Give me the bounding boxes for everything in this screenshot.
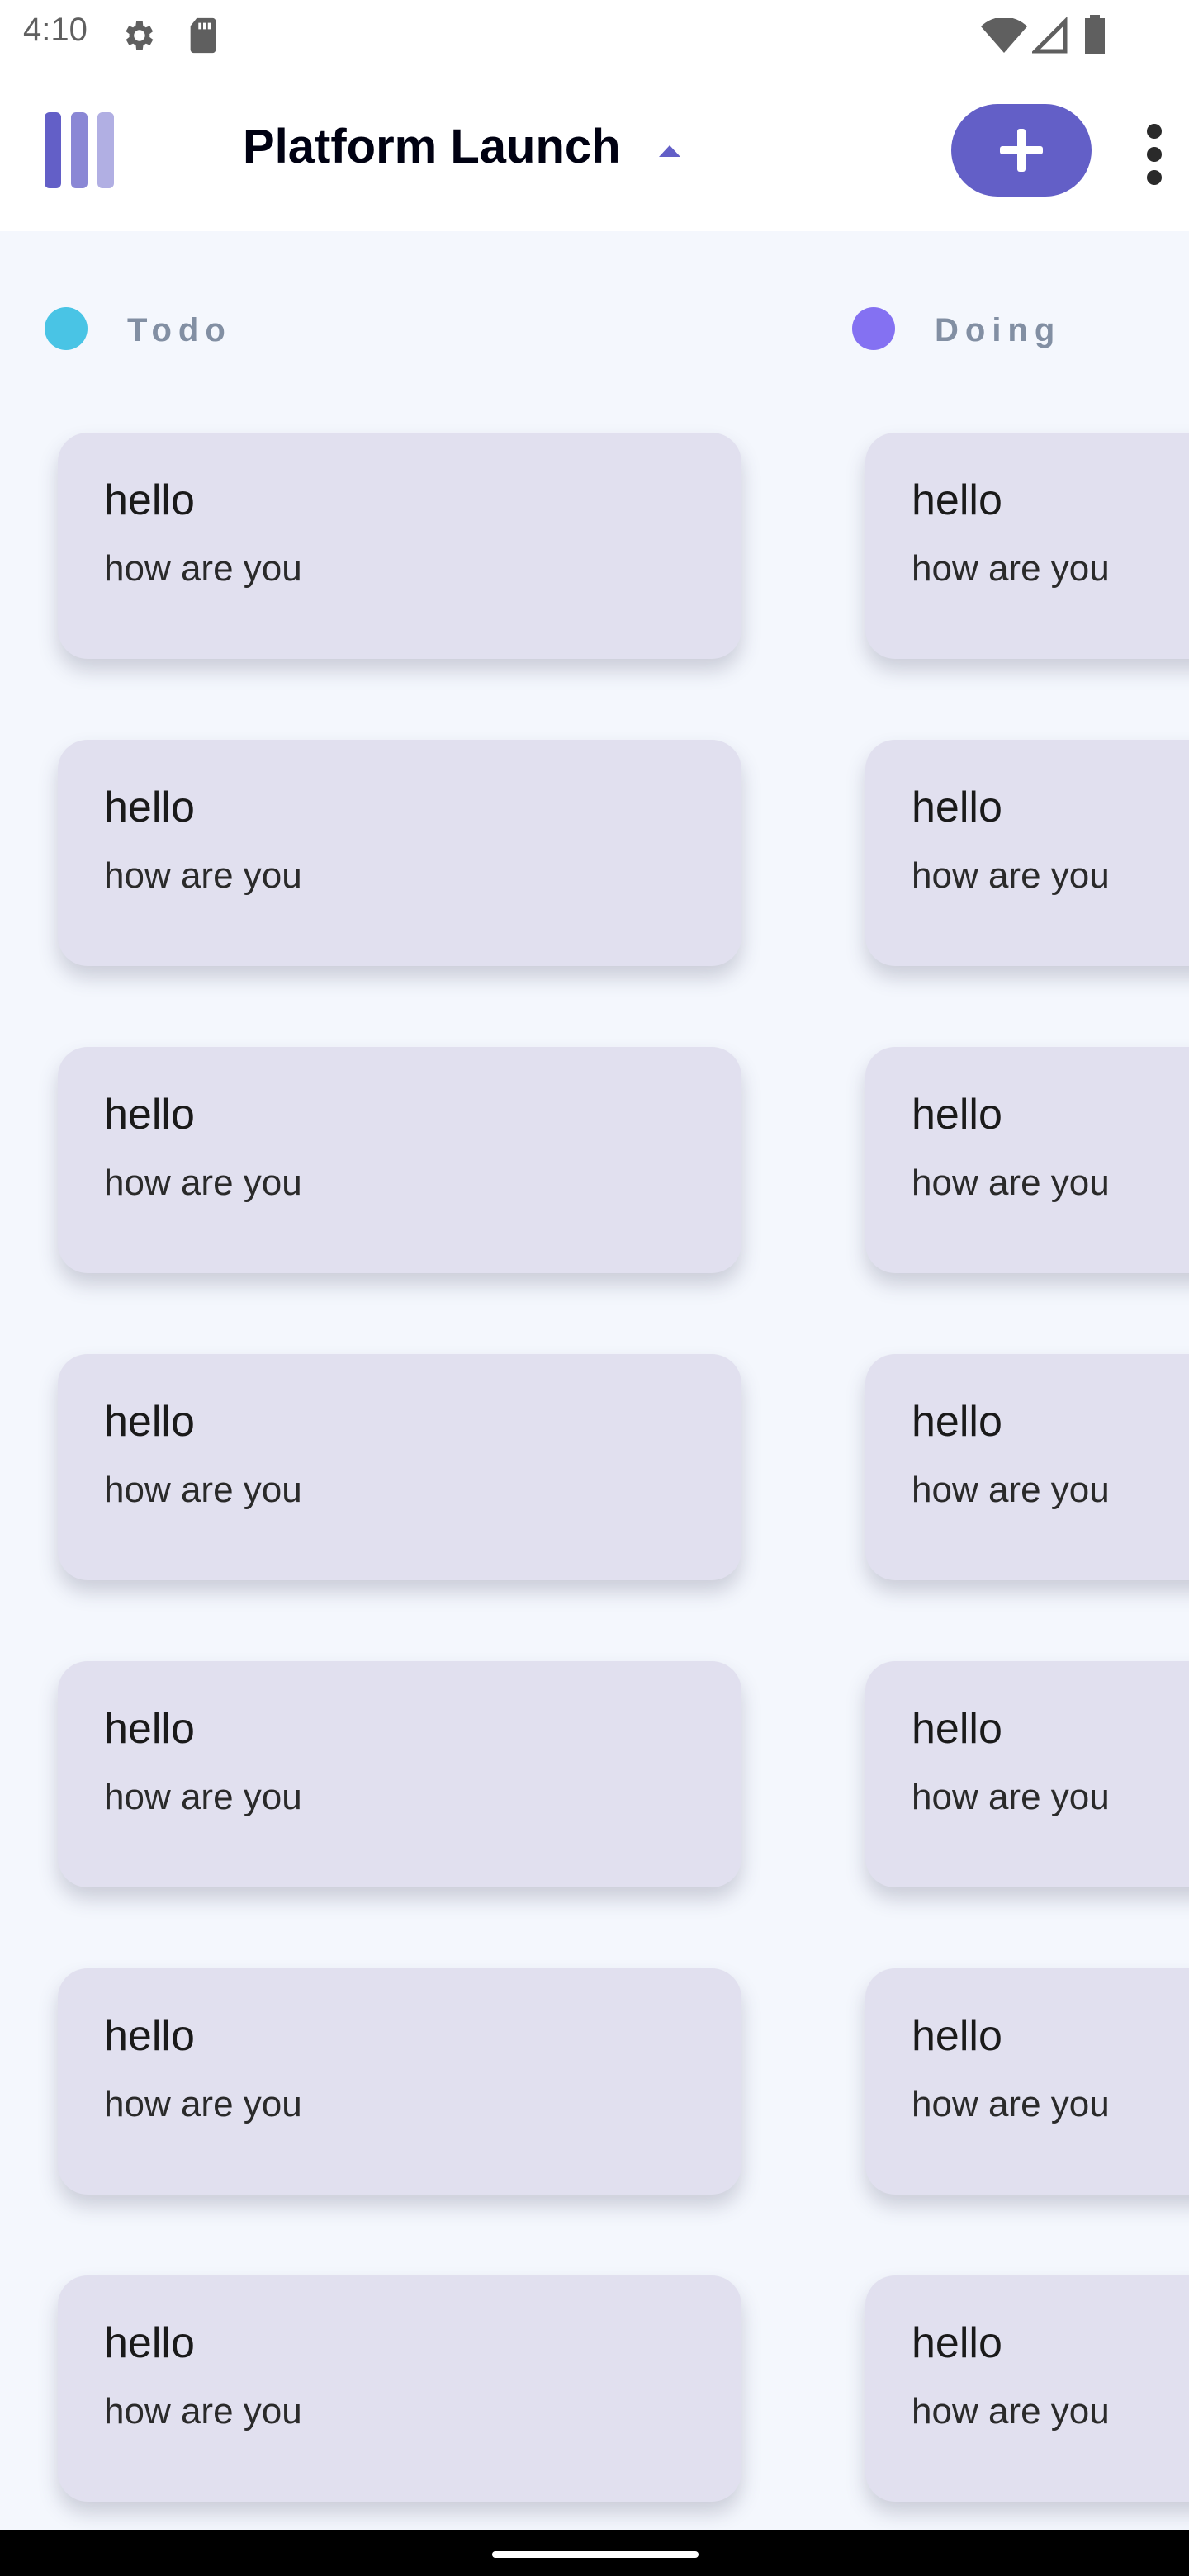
column-doing: Doing hello how are you hello how are yo… bbox=[852, 231, 1189, 2530]
task-card[interactable]: hello how are you bbox=[58, 2275, 741, 2502]
task-description: how are you bbox=[912, 2391, 1110, 2432]
task-card[interactable]: hello how are you bbox=[865, 1661, 1189, 1887]
task-card[interactable]: hello how are you bbox=[58, 1661, 741, 1887]
task-title: hello bbox=[104, 2319, 195, 2367]
task-title: hello bbox=[104, 1705, 195, 1753]
task-card[interactable]: hello how are you bbox=[58, 1047, 741, 1273]
status-time: 4:10 bbox=[23, 12, 88, 48]
board-title[interactable]: Platform Launch bbox=[243, 119, 621, 174]
task-description: how are you bbox=[912, 1163, 1110, 1203]
kanban-logo-icon bbox=[45, 112, 119, 188]
task-description: how are you bbox=[104, 2084, 302, 2124]
board: Todo hello how are you hello how are you… bbox=[0, 231, 1189, 2530]
plus-icon bbox=[1000, 129, 1043, 172]
task-title: hello bbox=[912, 476, 1002, 524]
add-task-button[interactable] bbox=[951, 104, 1092, 197]
task-title: hello bbox=[104, 2012, 195, 2060]
task-title: hello bbox=[104, 1398, 195, 1446]
task-title: hello bbox=[912, 1091, 1002, 1139]
task-card[interactable]: hello how are you bbox=[865, 1968, 1189, 2195]
task-title: hello bbox=[912, 1398, 1002, 1446]
task-card[interactable]: hello how are you bbox=[865, 740, 1189, 966]
gear-icon bbox=[126, 21, 154, 50]
task-title: hello bbox=[912, 2319, 1002, 2367]
task-title: hello bbox=[104, 476, 195, 524]
task-description: how are you bbox=[912, 1470, 1110, 1510]
task-title: hello bbox=[912, 2012, 1002, 2060]
task-description: how are you bbox=[912, 2084, 1110, 2124]
task-card[interactable]: hello how are you bbox=[865, 1354, 1189, 1580]
task-description: how are you bbox=[104, 855, 302, 896]
task-card[interactable]: hello how are you bbox=[58, 433, 741, 659]
task-card[interactable]: hello how are you bbox=[58, 1968, 741, 2195]
home-gesture-handle[interactable] bbox=[492, 2551, 699, 2558]
task-title: hello bbox=[104, 1091, 195, 1139]
wifi-icon bbox=[981, 18, 1027, 53]
task-description: how are you bbox=[912, 548, 1110, 589]
task-title: hello bbox=[912, 784, 1002, 831]
status-bar: 4:10 bbox=[0, 0, 1189, 69]
column-color-dot bbox=[45, 307, 88, 350]
chevron-up-icon[interactable] bbox=[657, 142, 682, 159]
task-card[interactable]: hello how are you bbox=[865, 2275, 1189, 2502]
task-description: how are you bbox=[912, 1777, 1110, 1817]
column-name: Doing bbox=[935, 312, 1062, 348]
battery-icon bbox=[1085, 15, 1105, 54]
more-vertical-icon[interactable] bbox=[1143, 124, 1168, 185]
task-title: hello bbox=[912, 1705, 1002, 1753]
column-todo: Todo hello how are you hello how are you… bbox=[45, 231, 788, 2530]
task-description: how are you bbox=[104, 1163, 302, 1203]
task-description: how are you bbox=[104, 2391, 302, 2432]
task-card[interactable]: hello how are you bbox=[58, 740, 741, 966]
column-name: Todo bbox=[127, 312, 232, 348]
system-nav-bar bbox=[0, 2530, 1189, 2576]
task-description: how are you bbox=[104, 548, 302, 589]
task-card[interactable]: hello how are you bbox=[865, 1047, 1189, 1273]
task-description: how are you bbox=[912, 855, 1110, 896]
column-color-dot bbox=[852, 307, 895, 350]
task-description: how are you bbox=[104, 1470, 302, 1510]
cell-signal-icon bbox=[1032, 17, 1068, 54]
task-description: how are you bbox=[104, 1777, 302, 1817]
app-bar: Platform Launch bbox=[0, 69, 1189, 231]
task-card[interactable]: hello how are you bbox=[865, 433, 1189, 659]
sd-card-icon bbox=[190, 17, 216, 54]
task-card[interactable]: hello how are you bbox=[58, 1354, 741, 1580]
task-title: hello bbox=[104, 784, 195, 831]
